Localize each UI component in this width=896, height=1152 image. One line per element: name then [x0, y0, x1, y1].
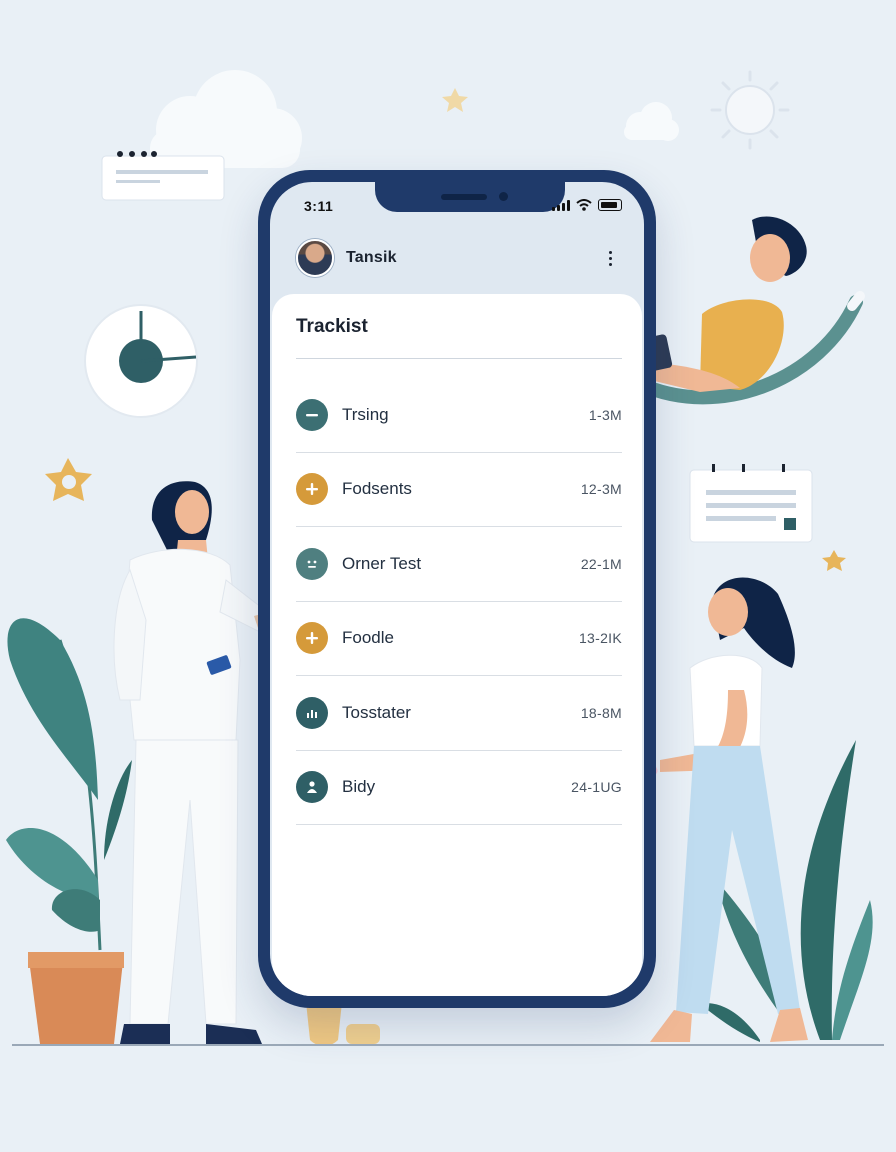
- item-meta: 22-1M: [580, 555, 622, 572]
- illustration-scene: 3:11 Tansik Trackist Trsing 1-3M Fodsent…: [0, 0, 896, 1152]
- list-item[interactable]: Fodsents 12-3M: [296, 453, 622, 527]
- list-item[interactable]: Orner Test 22-1M: [296, 527, 622, 602]
- status-time: 3:11: [304, 198, 334, 214]
- avatar[interactable]: [296, 239, 334, 277]
- item-meta: 1-3M: [588, 406, 622, 423]
- app-name: Tansik: [346, 249, 397, 266]
- item-label: Bidy: [342, 777, 376, 797]
- battery-icon: [598, 199, 622, 211]
- face-icon: [296, 547, 328, 580]
- app-header: Tansik: [296, 238, 618, 278]
- speaker-icon: [441, 194, 487, 200]
- item-meta: 12-3M: [580, 481, 622, 498]
- cloud-small-icon: [624, 102, 679, 141]
- signal-icon: [552, 199, 570, 211]
- item-label: Foodle: [342, 628, 394, 648]
- phone-screen: 3:11 Tansik Trackist Trsing 1-3M Fodsent…: [270, 182, 644, 996]
- more-menu-icon[interactable]: [603, 247, 618, 270]
- list-item[interactable]: Foodle 13-2IK: [296, 602, 622, 676]
- plus-icon: [296, 473, 328, 506]
- item-meta: 24-1UG: [571, 779, 622, 796]
- item-label: Trsing: [342, 404, 389, 424]
- phone-device: 3:11 Tansik Trackist Trsing 1-3M Fodsent…: [258, 170, 656, 1008]
- minus-icon: [296, 398, 328, 431]
- plant-left: [6, 618, 132, 1044]
- item-label: Orner Test: [342, 553, 422, 573]
- tracklist-card: Trackist Trsing 1-3M Fodsents 12-3M Orne…: [272, 294, 642, 996]
- sun-icon: [710, 70, 790, 150]
- item-list: Trsing 1-3M Fodsents 12-3M Orner Test 22…: [296, 378, 622, 825]
- calendar-card: [101, 151, 225, 201]
- note-card: [689, 464, 813, 543]
- chart-icon: [296, 696, 328, 729]
- ground-line: [12, 1044, 884, 1046]
- star-small-icon: [822, 550, 846, 571]
- clock-icon: [84, 304, 198, 418]
- card-title: Trackist: [296, 316, 368, 337]
- item-meta: 13-2IK: [578, 630, 622, 647]
- phone-notch: [375, 182, 565, 212]
- status-icons: [552, 199, 622, 211]
- divider: [296, 358, 622, 359]
- person-icon: [296, 771, 328, 804]
- plus-icon: [296, 622, 328, 655]
- list-item[interactable]: Tosstater 18-8M: [296, 676, 622, 751]
- camera-icon: [499, 192, 508, 201]
- item-label: Tosstater: [342, 702, 411, 722]
- wifi-icon: [576, 199, 592, 211]
- item-meta: 18-8M: [580, 704, 622, 721]
- cloud-icon: [150, 70, 302, 168]
- list-item[interactable]: Trsing 1-3M: [296, 378, 622, 453]
- list-item[interactable]: Bidy 24-1UG: [296, 751, 622, 825]
- sparkle-icon: [442, 88, 468, 112]
- item-label: Fodsents: [342, 479, 412, 499]
